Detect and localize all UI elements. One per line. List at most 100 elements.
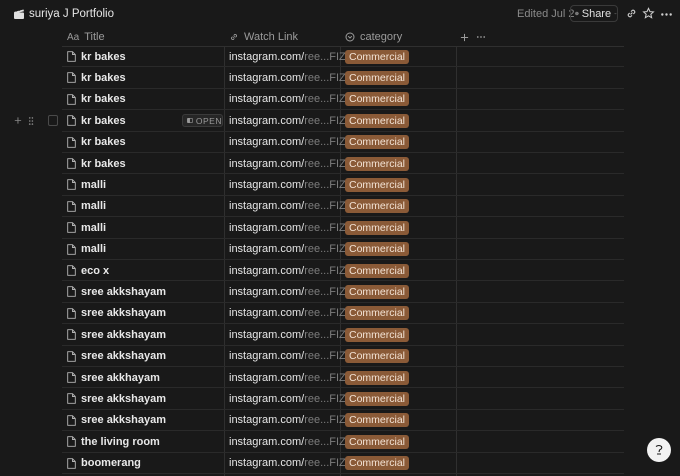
category-cell[interactable]: Commercial: [345, 132, 410, 153]
column-header-category[interactable]: category: [345, 28, 402, 46]
title-cell[interactable]: sree akkshayam: [67, 346, 166, 367]
category-cell[interactable]: Commercial: [345, 239, 410, 260]
document-icon: [67, 308, 76, 319]
row-title: sree akkshayam: [81, 307, 167, 320]
title-cell[interactable]: kr bakes: [67, 132, 126, 153]
table-row[interactable]: malli instagram.com/ree...FIZA== Commercia…: [62, 239, 624, 260]
table-row[interactable]: kr bakes OPEN instagram.com/ree...FIZA== Co…: [62, 110, 624, 132]
category-cell[interactable]: Commercial: [345, 217, 410, 238]
table-row[interactable]: kr bakes instagram.com/ree...FIZA== Commer…: [62, 89, 624, 111]
category-cell[interactable]: Commercial: [345, 260, 410, 281]
open-row-button[interactable]: OPEN: [182, 114, 223, 128]
category-cell[interactable]: Commercial: [345, 410, 410, 431]
row-title: sree akkshayam: [81, 328, 167, 341]
star-icon[interactable]: [642, 7, 655, 20]
table-row[interactable]: kr bakes instagram.com/ree...FIZA== Commer…: [62, 132, 624, 153]
row-checkbox[interactable]: [48, 115, 58, 126]
row-title: sree akkshayam: [81, 285, 167, 298]
table-row[interactable]: malli instagram.com/ree...FIZA== Commercia…: [62, 174, 624, 196]
row-title: kr bakes: [81, 157, 126, 170]
category-cell[interactable]: Commercial: [345, 110, 410, 131]
table-row[interactable]: eco x instagram.com/ree...FIZA== Commercia…: [62, 260, 624, 282]
globe-icon: [575, 11, 579, 16]
link-icon[interactable]: [625, 7, 638, 20]
title-cell[interactable]: malli: [67, 217, 106, 238]
category-tag: Commercial: [345, 413, 410, 428]
title-cell[interactable]: malli: [67, 239, 106, 260]
category-tag: Commercial: [345, 242, 410, 257]
table-row[interactable]: kr bakes instagram.com/ree...FIZA== Commer…: [62, 153, 624, 175]
document-icon: [67, 436, 76, 447]
title-cell[interactable]: malli: [67, 196, 106, 217]
category-cell[interactable]: Commercial: [345, 153, 410, 174]
category-cell[interactable]: Commercial: [345, 46, 410, 67]
table-row[interactable]: sree akkshayam instagram.com/ree...FIZA==…: [62, 388, 624, 410]
title-cell[interactable]: sree akkshayam: [67, 324, 166, 345]
share-button[interactable]: Share: [570, 5, 618, 22]
title-cell[interactable]: kr bakes: [67, 89, 126, 110]
category-cell[interactable]: Commercial: [345, 89, 410, 110]
table-row[interactable]: sree akkshayam instagram.com/ree...FIZA==…: [62, 346, 624, 367]
page-title[interactable]: suriya J Portfolio: [29, 8, 114, 20]
help-icon: [655, 444, 663, 455]
drag-handle-icon[interactable]: [28, 116, 34, 126]
select-icon: [345, 32, 355, 42]
title-cell[interactable]: the living room: [67, 431, 160, 452]
category-cell[interactable]: Commercial: [345, 324, 410, 345]
category-cell[interactable]: Commercial: [345, 453, 410, 474]
table-row[interactable]: malli instagram.com/ree...FIZA== Commercia…: [62, 196, 624, 218]
title-cell[interactable]: malli: [67, 174, 106, 195]
table-row[interactable]: kr bakes instagram.com/ree...FIZA== Commer…: [62, 46, 624, 68]
help-button[interactable]: [647, 438, 671, 462]
link-domain: instagram.com/: [229, 392, 305, 405]
title-cell[interactable]: kr bakes: [67, 153, 126, 174]
link-domain: instagram.com/: [229, 221, 305, 234]
category-tag: Commercial: [345, 177, 410, 192]
table-row[interactable]: sree akkshayam instagram.com/ree...FIZA==…: [62, 281, 624, 303]
title-cell[interactable]: sree akkshayam: [67, 281, 166, 302]
title-cell[interactable]: sree akkshayam: [67, 410, 166, 431]
table-row[interactable]: the living room instagram.com/ree...FIZA=…: [62, 431, 624, 453]
category-tag: Commercial: [345, 135, 410, 150]
title-cell[interactable]: sree akkshayam: [67, 303, 166, 324]
more-horizontal-icon[interactable]: [660, 8, 673, 21]
title-cell[interactable]: sree akkshayam: [67, 388, 166, 409]
table-row[interactable]: sree akkshayam instagram.com/ree...FIZA==…: [62, 324, 624, 346]
edited-timestamp: Edited Jul 2: [517, 8, 575, 20]
column-label: category: [360, 31, 403, 43]
category-cell[interactable]: Commercial: [345, 346, 410, 367]
row-title: malli: [81, 221, 107, 234]
table-row[interactable]: malli instagram.com/ree...FIZA== Commercia…: [62, 217, 624, 239]
category-cell[interactable]: Commercial: [345, 303, 410, 324]
link-domain: instagram.com/: [229, 157, 305, 170]
table-row[interactable]: kr bakes instagram.com/ree...FIZA== Commer…: [62, 67, 624, 89]
link-domain: instagram.com/: [229, 93, 305, 106]
category-cell[interactable]: Commercial: [345, 174, 410, 195]
row-title: sree akkhayam: [81, 371, 160, 384]
document-icon: [67, 265, 76, 276]
category-cell[interactable]: Commercial: [345, 281, 410, 302]
category-cell[interactable]: Commercial: [345, 431, 410, 452]
category-cell[interactable]: Commercial: [345, 367, 410, 388]
row-title: malli: [81, 178, 107, 191]
title-cell[interactable]: kr bakes: [67, 110, 126, 131]
row-title: sree akkshayam: [81, 350, 167, 363]
side-peek-icon: [187, 118, 193, 124]
plus-icon[interactable]: [14, 116, 22, 125]
title-cell[interactable]: boomerang: [67, 453, 141, 474]
table-more-button[interactable]: [476, 28, 486, 46]
table-row[interactable]: sree akkshayam instagram.com/ree...FIZA==…: [62, 303, 624, 325]
title-cell[interactable]: kr bakes: [67, 67, 126, 88]
title-cell[interactable]: kr bakes: [67, 46, 126, 67]
table-row[interactable]: sree akkhayam instagram.com/ree...FIZA== C…: [62, 367, 624, 389]
title-cell[interactable]: eco x: [67, 260, 109, 281]
category-tag: Commercial: [345, 370, 410, 385]
column-header-title[interactable]: Aa Title: [67, 28, 105, 46]
category-cell[interactable]: Commercial: [345, 196, 410, 217]
column-header-watch-link[interactable]: Watch Link: [229, 28, 298, 46]
table-row[interactable]: sree akkshayam instagram.com/ree...FIZA==…: [62, 410, 624, 432]
title-cell[interactable]: sree akkhayam: [67, 367, 160, 388]
category-cell[interactable]: Commercial: [345, 67, 410, 88]
category-cell[interactable]: Commercial: [345, 388, 410, 409]
add-property-button[interactable]: [460, 28, 469, 46]
